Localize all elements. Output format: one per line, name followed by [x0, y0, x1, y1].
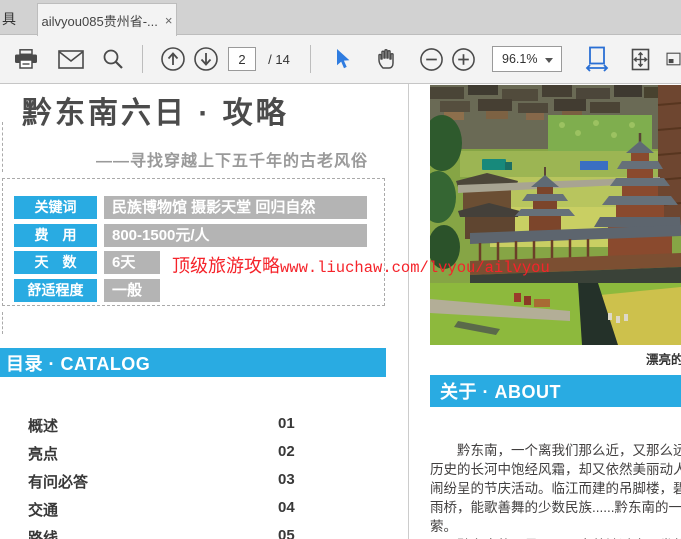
info-value: 6天: [104, 251, 160, 274]
page-up-icon: [160, 46, 186, 72]
dashed-border-fragment: [2, 122, 3, 172]
village-photo: [430, 85, 681, 345]
hand-tool-icon: [375, 47, 399, 71]
select-tool-button[interactable]: [328, 35, 356, 83]
info-label: 关键词: [14, 196, 97, 219]
about-line: 雨桥，能歌善舞的少数民族......黔东南的一切无不: [430, 498, 681, 517]
zoom-level-box[interactable]: 96.1%: [492, 46, 562, 72]
about-line: 萦。: [430, 517, 681, 536]
zoom-in-button[interactable]: [449, 35, 477, 83]
zoom-in-icon: [451, 47, 476, 72]
select-tool-icon: [333, 48, 351, 70]
catalog-header-label: 目录 · CATALOG: [6, 350, 150, 376]
tab-title: ailvyou085贵州省-...: [42, 11, 158, 30]
view-mode-button[interactable]: [666, 35, 681, 83]
tab-close-icon[interactable]: ×: [165, 13, 173, 28]
list-item-page: 01: [278, 415, 295, 432]
chevron-down-icon: [545, 58, 553, 63]
list-item-page: 04: [278, 499, 295, 516]
hand-tool-button[interactable]: [373, 35, 401, 83]
toolbar-divider: [310, 45, 311, 73]
list-item-page: 05: [278, 527, 295, 539]
column-divider: [408, 84, 409, 539]
page-down-icon: [193, 46, 219, 72]
village-photo-illustration: [430, 85, 681, 345]
view-mode-icon: [666, 48, 681, 70]
next-page-button[interactable]: [192, 35, 220, 83]
toolbar-divider: [142, 45, 143, 73]
list-item-page: 03: [278, 471, 295, 488]
info-label: 天 数: [14, 251, 97, 274]
zoom-level-dropdown[interactable]: 96.1%: [490, 35, 564, 83]
dashed-border-fragment: [2, 312, 3, 334]
toolbar: / 14 96.1%: [0, 35, 681, 84]
info-value: 民族博物馆 摄影天堂 回归自然: [104, 196, 367, 219]
zoom-out-button[interactable]: [417, 35, 445, 83]
previous-page-button[interactable]: [159, 35, 187, 83]
page-subtitle: ——寻找穿越上下五千年的古老风俗: [96, 147, 368, 171]
info-value: 800-1500元/人: [104, 224, 367, 247]
fit-page-button[interactable]: [626, 35, 654, 83]
document-tab[interactable]: ailvyou085贵州省-... ×: [37, 3, 177, 36]
info-label: 舒适程度: [14, 279, 97, 302]
fit-width-button[interactable]: [582, 35, 612, 83]
about-line: 黔东南，一个离我们那么近，又那么远的地: [430, 441, 681, 460]
page-count-label: / 14: [268, 52, 290, 67]
list-item: 概述: [28, 415, 58, 436]
document-page: 黔东南六日 · 攻略 ——寻找穿越上下五千年的古老风俗 关键词 民族博物馆 摄影…: [0, 84, 681, 539]
list-item: 有问必答: [28, 471, 88, 492]
list-item: 路线: [28, 527, 58, 539]
watermark-url: www.liuchaw.com/lvyou/ailvyou: [280, 259, 550, 277]
info-value: 一般: [104, 279, 160, 302]
page-count-group: / 14: [262, 35, 296, 83]
page-number-input[interactable]: [228, 47, 256, 71]
page-title: 黔东南六日 · 攻略: [22, 88, 289, 132]
list-item: 亮点: [28, 443, 58, 464]
print-button[interactable]: [12, 35, 40, 83]
email-icon: [58, 50, 84, 69]
about-line: 闹纷呈的节庆活动。临江而建的吊脚楼，碧绿清: [430, 479, 681, 498]
list-item: 交通: [28, 499, 58, 520]
search-icon: [102, 48, 124, 70]
email-button[interactable]: [56, 35, 86, 83]
about-paragraph: 黔东南，一个离我们那么近，又那么远的地 历史的长河中饱经风霜，却又依然美丽动人，…: [430, 441, 681, 539]
pdf-viewer-window: 具 ailvyou085贵州省-... ×: [0, 0, 681, 539]
zoom-level-value: 96.1%: [502, 52, 537, 66]
photo-caption: 漂亮的: [646, 349, 681, 365]
page-number-group: [226, 35, 258, 83]
about-header-banner: 关于 · ABOUT: [430, 375, 681, 407]
about-line: 历史的长河中饱经风霜，却又依然美丽动人，令: [430, 460, 681, 479]
info-label: 费 用: [14, 224, 97, 247]
tools-button[interactable]: 具: [2, 9, 16, 29]
print-icon: [14, 49, 38, 69]
zoom-out-icon: [419, 47, 444, 72]
catalog-header-banner: 目录 · CATALOG: [0, 348, 386, 377]
about-header-label: 关于 · ABOUT: [440, 378, 561, 404]
list-item-page: 02: [278, 443, 295, 460]
tab-bar: 具 ailvyou085贵州省-... ×: [0, 0, 681, 35]
watermark-text: 顶级旅游攻略: [172, 256, 280, 276]
fit-page-icon: [631, 48, 650, 71]
fit-width-icon: [585, 46, 609, 72]
watermark: 顶级旅游攻略www.liuchaw.com/lvyou/ailvyou: [172, 252, 550, 278]
find-button[interactable]: [100, 35, 126, 83]
